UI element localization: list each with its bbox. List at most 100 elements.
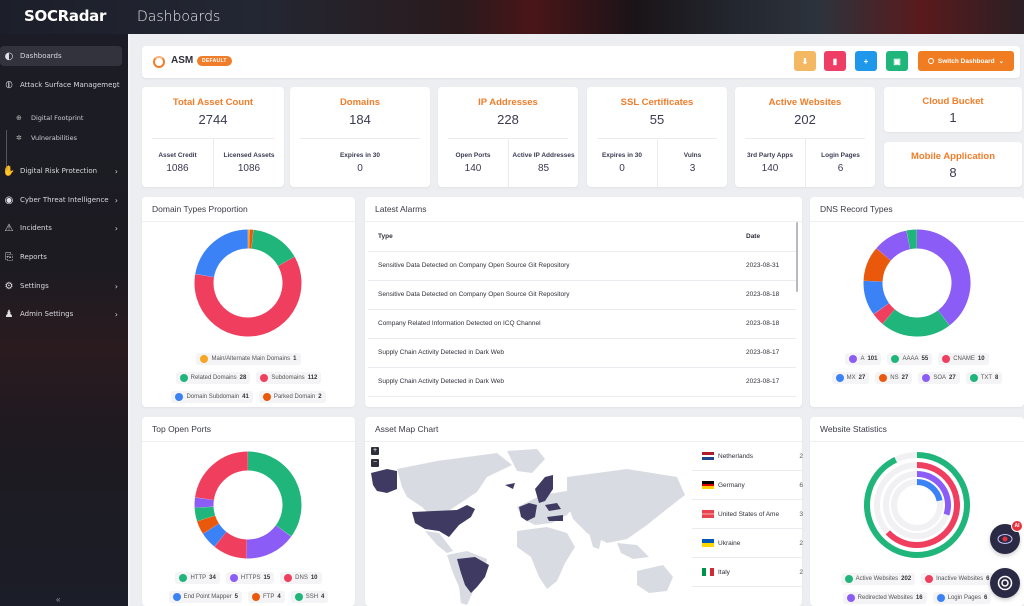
dns-slice-a[interactable] (916, 229, 971, 326)
ports-slice-https[interactable] (246, 524, 292, 559)
alarms-scrollbar[interactable] (796, 222, 798, 292)
stat-sub-value: 3 (689, 163, 696, 174)
ports-slice-other2[interactable] (195, 451, 249, 501)
collapse-sidebar-icon[interactable]: « (56, 595, 60, 604)
radial-bar-login-pages[interactable] (916, 479, 943, 502)
table-row[interactable]: Supply Chain Activity Detected in Dark W… (368, 338, 796, 368)
legend-item[interactable]: Redirected Websites 16 (842, 592, 927, 604)
socradar-logo[interactable]: SOCRadar (24, 7, 106, 25)
stat-sub-value: 0 (357, 163, 363, 174)
add-button[interactable]: + (855, 51, 877, 71)
country-row[interactable]: Netherlands 2 (692, 442, 805, 471)
stat-title: SSL Certificates (620, 97, 694, 108)
legend-item[interactable]: TXT 8 (965, 372, 1003, 384)
cloud-bucket-card[interactable]: Cloud Bucket 1 (884, 87, 1022, 132)
ports-slice-dns[interactable] (214, 531, 248, 559)
legend-item[interactable]: Related Domains 28 (175, 372, 251, 384)
legend-item[interactable]: Inactive Websites 6 (921, 573, 994, 585)
world-map[interactable] (367, 447, 692, 606)
legend-item[interactable]: CNAME 10 (938, 353, 989, 365)
table-row[interactable]: Sensitive Data Detected on Company Open … (368, 251, 796, 281)
sidebar-subitem-vulnerabilities[interactable]: ✲ Vulnerabilities (16, 134, 77, 142)
legend-item[interactable]: AAAA 55 (887, 353, 933, 365)
column-header-type[interactable]: Type (368, 222, 736, 252)
domain-slice-subdomains[interactable] (194, 256, 302, 337)
table-row[interactable]: Sensitive Data Detected on Company Open … (368, 280, 796, 310)
pin-button[interactable]: ⬇ (794, 51, 816, 71)
panel-title: Top Open Ports (152, 424, 212, 434)
domain-slice-domain-subdomain[interactable] (195, 229, 249, 278)
help-button[interactable] (990, 568, 1020, 598)
legend-item[interactable]: Parked Domain 2 (258, 391, 326, 403)
table-row[interactable]: Supply Chain Activity Detected in Dark W… (368, 367, 796, 397)
delete-button[interactable]: ▮ (824, 51, 846, 71)
chevron-right-icon: › (114, 309, 118, 319)
legend-swatch (844, 575, 853, 583)
legend-swatch (849, 355, 858, 363)
table-row[interactable]: Company Related Information Detected on … (368, 309, 796, 339)
legend-item[interactable]: HTTPS 15 (225, 572, 275, 584)
sidebar-item-settings[interactable]: ⚙ Settings › (0, 276, 124, 296)
country-count: 2 (799, 568, 803, 576)
country-row[interactable]: Italy 2 (692, 558, 805, 587)
dashboard-icon: ◐ (4, 50, 14, 62)
sidebar-subitem-digital-footprint[interactable]: ⊕ Digital Footprint (16, 114, 83, 122)
legend-item[interactable]: Active Websites 202 (840, 573, 916, 585)
mobile-application-card[interactable]: Mobile Application 8 (884, 142, 1022, 187)
dns-slice-ns[interactable] (863, 248, 892, 283)
legend-item[interactable]: End Point Mapper 5 (168, 591, 242, 603)
country-row[interactable]: Germany 6 (692, 471, 805, 500)
switch-dashboard-button[interactable]: Switch Dashboard ⌄ (918, 51, 1014, 71)
chart-legend: HTTP 34 HTTPS 15 DNS 10 (142, 572, 355, 584)
legend-item[interactable]: Domain Subdomain 41 (171, 391, 253, 403)
legend-item[interactable]: FTP 4 (248, 591, 285, 603)
total-asset-card[interactable]: Total Asset Count 2744 Asset Credit 1086… (142, 87, 284, 187)
legend-item[interactable]: Subdomains 112 (256, 372, 322, 384)
radial-bar-active-websites[interactable] (864, 452, 970, 558)
top-open-ports-panel: Top Open Ports HTTP 34 HTTPS 15 DNS 10 E… (142, 417, 355, 606)
active-websites-card[interactable]: Active Websites 202 3rd Party Apps 140 L… (735, 87, 875, 187)
save-button[interactable]: ▣ (886, 51, 908, 71)
legend-item[interactable]: HTTP 34 (175, 572, 220, 584)
dns-slice-cname[interactable] (873, 302, 895, 324)
sidebar-item-attack-surface-management[interactable]: ⦶ Attack Surface Management ⌄ (0, 75, 124, 95)
legend-item[interactable]: MX 27 (831, 372, 870, 384)
panel-title: Latest Alarms (375, 204, 427, 214)
sidebar-item-admin-settings[interactable]: ♟ Admin Settings › (0, 304, 124, 324)
legend-item[interactable]: NS 27 (875, 372, 913, 384)
country-name: Italy (718, 568, 730, 576)
sidebar-item-digital-risk-protection[interactable]: ✋ Digital Risk Protection › (0, 161, 124, 181)
dns-slice-soa[interactable] (876, 230, 911, 261)
country-row[interactable]: United States of Ame 3 (692, 500, 805, 529)
legend-item[interactable]: A 101 (845, 353, 882, 365)
column-header-date[interactable]: Date (736, 222, 796, 252)
stat-sub: Login Pages 6 (805, 139, 875, 187)
dns-slice-aaaa[interactable] (882, 309, 950, 337)
domain-slice-related-domains[interactable] (251, 229, 295, 267)
legend-item[interactable]: DNS 10 (280, 572, 322, 584)
sidebar-item-incidents[interactable]: ⚠ Incidents › (0, 218, 124, 238)
ports-slice-end-point-mapper[interactable] (202, 523, 227, 547)
ports-slice-ssh[interactable] (194, 506, 216, 522)
ip-addresses-card[interactable]: IP Addresses 228 Open Ports 140 Active I… (438, 87, 578, 187)
legend-item[interactable]: SSH 4 (290, 591, 329, 603)
ssl-certificates-card[interactable]: SSL Certificates 55 Expires in 30 0 Vuln… (587, 87, 727, 187)
domains-card[interactable]: Domains 184 Expires in 30 0 (290, 87, 430, 187)
stat-sub-label: Asset Credit (158, 152, 197, 159)
dns-slice-mx[interactable] (863, 280, 890, 315)
legend-item[interactable]: Main/Alternate Main Domains 1 (196, 353, 301, 365)
country-row[interactable]: Ukraine 2 (692, 529, 805, 558)
dns-slice-txt[interactable] (906, 229, 918, 250)
ports-slice-http[interactable] (247, 451, 302, 537)
sidebar-item-dashboards[interactable]: ◐ Dashboards (0, 46, 122, 66)
ports-slice-ftp[interactable] (197, 515, 220, 534)
dashboard-header: ASM DEFAULT ⬇ ▮ + ▣ Switch Dashboard ⌄ (142, 46, 1020, 78)
website-radial-chart (864, 452, 970, 558)
sidebar-item-cyber-threat-intelligence[interactable]: ◉ Cyber Threat Intelligence › (0, 190, 124, 210)
legend-item[interactable]: Login Pages 6 (932, 592, 992, 604)
ai-assistant-button[interactable]: AI (990, 520, 1023, 554)
stat-title: Active Websites (768, 97, 842, 108)
legend-item[interactable]: SOA 27 (918, 372, 960, 384)
stat-sub-value: 85 (537, 163, 550, 174)
sidebar-item-reports[interactable]: ⎘ Reports (0, 247, 124, 267)
